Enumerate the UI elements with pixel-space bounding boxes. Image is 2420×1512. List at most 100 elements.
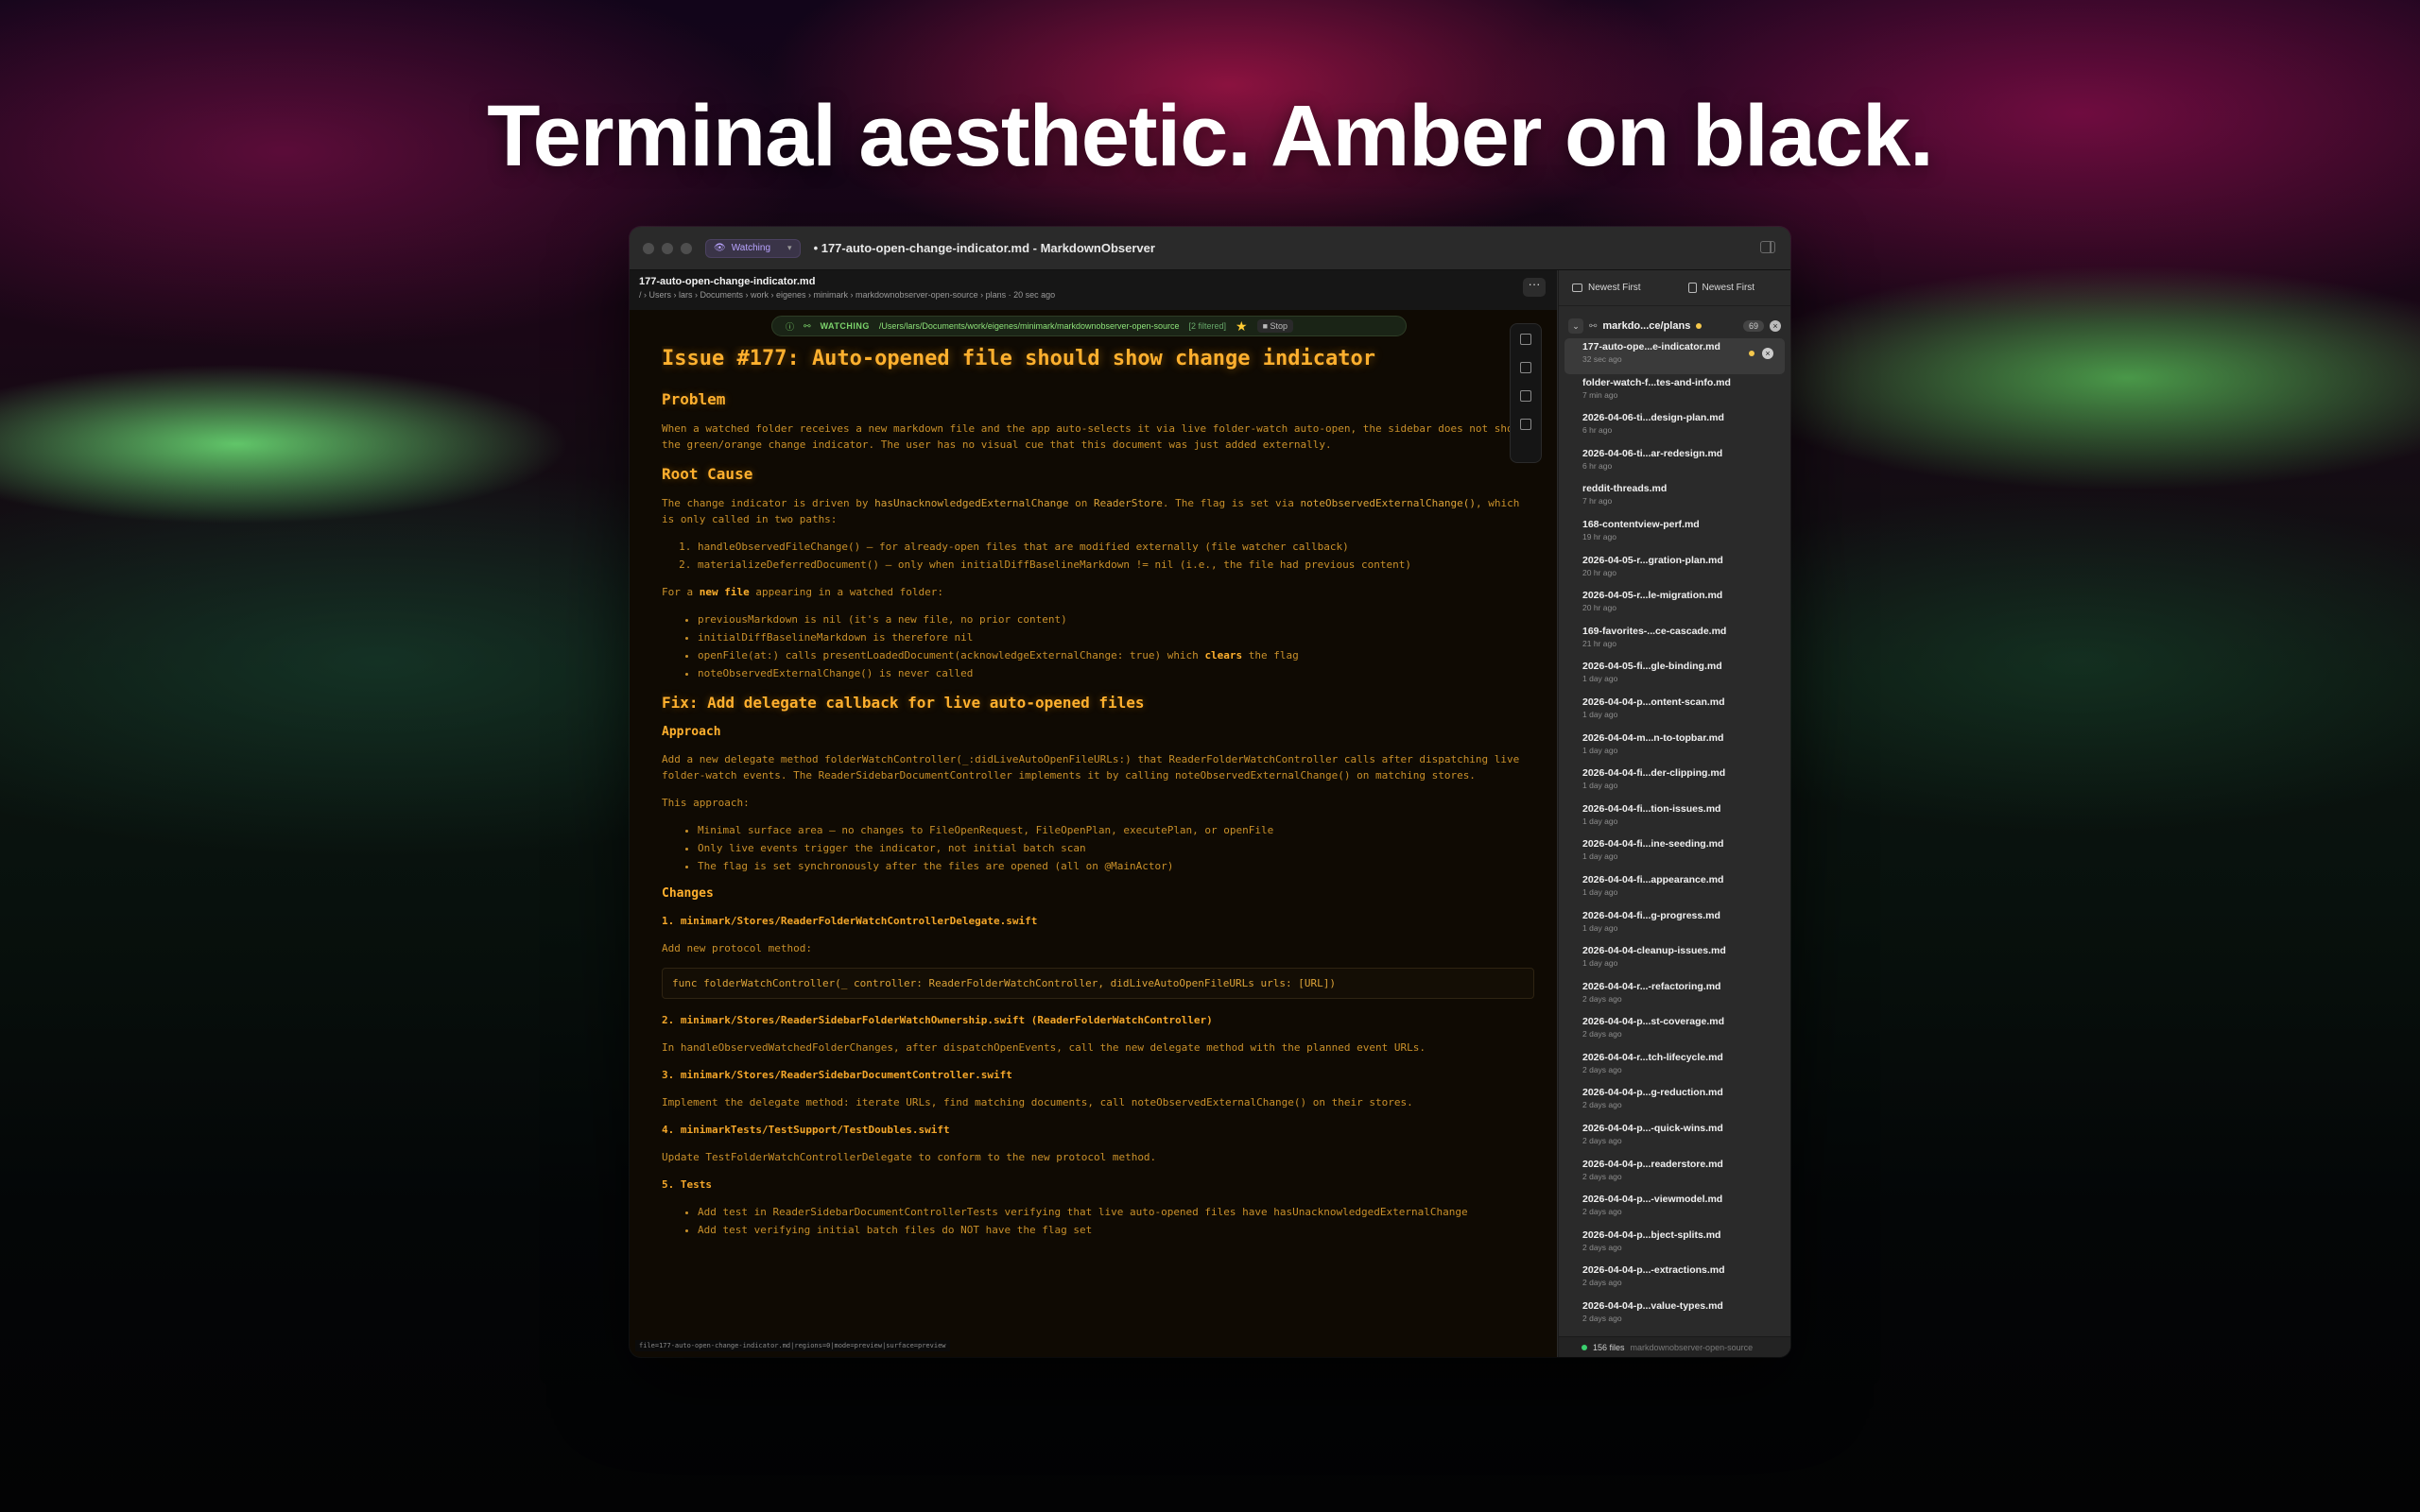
close-icon[interactable]: × [1770,320,1781,332]
file-timestamp: 1 day ago [1582,851,1618,862]
watch-status-bar: ⓘ ⚯ WATCHING /Users/lars/Documents/work/… [771,316,1407,336]
doc-paragraph: Add new protocol method: [662,942,812,954]
sidebar-file-item[interactable]: 2026-04-04-cleanup-issues.md 1 day ago [1559,942,1790,978]
file-timestamp: 1 day ago [1582,958,1618,969]
sidebar-file-item[interactable]: 2026-04-04-r...-refactoring.md 2 days ago [1559,978,1790,1014]
file-name: 2026-04-04-p...bject-splits.md [1582,1228,1721,1241]
outline-icon[interactable] [1520,390,1531,402]
sidebar-file-item[interactable]: reddit-threads.md 7 hr ago [1559,480,1790,516]
close-window-button[interactable] [643,242,654,254]
sidebar-file-item[interactable]: 2026-04-04-p...-viewmodel.md 2 days ago [1559,1191,1790,1227]
sidebar-file-item[interactable]: 2026-04-04-p...value-types.md 2 days ago [1559,1297,1790,1333]
sidebar-file-item[interactable]: 2026-04-04-fi...tion-issues.md 1 day ago [1559,800,1790,836]
markdown-preview: Issue #177: Auto-opened file should show… [662,346,1534,1357]
file-name: 2026-04-04-p...-extractions.md [1582,1264,1725,1277]
list-item: Add test in ReaderSidebarDocumentControl… [698,1204,1534,1220]
sidebar-file-item[interactable]: 2026-04-04-p...-extractions.md 2 days ago [1559,1262,1790,1297]
watching-dropdown[interactable]: 👁 Watching ▾ [705,238,801,258]
doc-paragraph: Add a new delegate method folderWatchCon… [662,753,1520,782]
star-icon[interactable]: ★ [1236,318,1248,335]
file-timestamp: 2 days ago [1582,1278,1622,1288]
file-timestamp: 2 days ago [1582,1171,1622,1181]
list-item: noteObservedExternalChange() is never ca… [698,665,1534,681]
close-icon[interactable]: × [1762,348,1773,359]
sidebar-file-item[interactable]: 168-contentview-perf.md 19 hr ago [1559,516,1790,552]
sidebar-file-item[interactable]: 2026-04-04-p...bject-splits.md 2 days ago [1559,1227,1790,1263]
sidebar-file-item[interactable]: 2026-04-04-m...n-to-topbar.md 1 day ago [1559,730,1790,765]
sidebar-file-item[interactable]: 2026-04-04-r...tch-lifecycle.md 2 days ag… [1559,1049,1790,1085]
debug-status-strip: file=177-auto-open-change-indicator.md|r… [635,1340,950,1351]
file-timestamp: 2 days ago [1582,1314,1622,1324]
file-timestamp: 7 min ago [1582,389,1618,400]
breadcrumb: / › Users › lars › Documents › work › ei… [639,290,1056,300]
sidebar-file-item[interactable]: 2026-04-05-r...gration-plan.md 20 hr ago [1559,552,1790,588]
file-timestamp: 2 days ago [1582,1100,1622,1110]
file-name: 2026-04-04-fi...der-clipping.md [1582,767,1726,780]
file-timestamp: 20 hr ago [1582,567,1616,577]
zoom-window-button[interactable] [681,242,692,254]
sidebar-file-item[interactable]: 2026-04-04-fi...der-clipping.md 1 day ago [1559,765,1790,800]
file-sidebar: Newest First Newest First ⌄ ⚯ markdo...c… [1559,270,1790,1357]
sidebar-file-item[interactable]: folder-watch-f...tes-and-info.md 7 min ag… [1559,374,1790,410]
link-icon[interactable]: ⚯ [804,321,811,332]
sidebar-file-item[interactable]: 2026-04-04-fi...appearance.md 1 day ago [1559,871,1790,907]
file-total: 156 files [1593,1342,1625,1352]
sidebar-file-item[interactable]: 2026-04-05-r...le-migration.md 20 hr ago [1559,587,1790,623]
book-icon[interactable] [1520,362,1531,373]
file-icon [1687,283,1697,293]
doc-bullet-list: Minimal surface area — no changes to Fil… [698,822,1534,874]
sidebar-file-item[interactable]: 2026-04-04-p...ontent-scan.md 1 day ago [1559,694,1790,730]
sidebar-file-item[interactable]: 2026-04-04-fi...ine-seeding.md 1 day ago [1559,835,1790,871]
sort-controls: Newest First Newest First [1559,270,1790,306]
more-options-button[interactable]: ··· [1523,278,1546,297]
file-timestamp: 2 days ago [1582,1242,1622,1252]
file-timestamp: 1 day ago [1582,674,1618,684]
file-name: 2026-04-04-r...-refactoring.md [1582,980,1721,992]
file-name: 2026-04-04-p...st-coverage.md [1582,1016,1724,1028]
toc-icon[interactable] [1520,419,1531,430]
file-name: 2026-04-04-m...n-to-topbar.md [1582,731,1724,744]
doc-paragraph: The change indicator is driven by hasUna… [662,497,1520,525]
sidebar-file-item[interactable]: 177-auto-ope...e-indicator.md 32 sec ago × [1564,338,1785,374]
watching-status-label: WATCHING [820,321,870,331]
info-icon[interactable]: ⓘ [786,320,794,333]
doc-heading-changes: Changes [662,886,714,901]
list-item: Only live events trigger the indicator, … [698,840,1534,856]
file-name: 2026-04-04-p...ontent-scan.md [1582,696,1725,708]
document-icon[interactable] [1520,334,1531,345]
folder-sort-button[interactable]: Newest First [1559,283,1675,293]
doc-heading-1: Issue #177: Auto-opened file should show… [662,347,1375,370]
sidebar-file-item[interactable]: 2026-04-04-fi...g-progress.md 1 day ago [1559,907,1790,943]
file-timestamp: 2 days ago [1582,1207,1622,1217]
status-dot [1582,1344,1587,1350]
filtered-count: [2 filtered] [1188,321,1227,331]
sidebar-file-item[interactable]: 2026-04-06-ti...ar-redesign.md 6 hr ago [1559,445,1790,481]
sidebar-file-item[interactable]: 2026-04-04-p...st-coverage.md 2 days ago [1559,1013,1790,1049]
folder-group-header[interactable]: ⌄ ⚯ markdo...ce/plans 69 × [1559,314,1790,338]
window-title: • 177-auto-open-change-indicator.md - Ma… [813,241,1155,255]
minimize-window-button[interactable] [662,242,673,254]
document-pane: 177-auto-open-change-indicator.md / › Us… [630,270,1558,1357]
file-name: 2026-04-06-ti...ar-redesign.md [1582,447,1723,459]
sidebar-file-item[interactable]: 2026-04-04-p...readerstore.md 2 days ago [1559,1156,1790,1192]
list-item: openFile(at:) calls presentLoadedDocumen… [698,647,1534,663]
binoculars-icon: 👁 [714,243,726,253]
file-sort-button[interactable]: Newest First [1675,283,1791,293]
file-name: 2026-04-04-p...-quick-wins.md [1582,1123,1723,1135]
file-name: 2026-04-04-p...-viewmodel.md [1582,1194,1723,1206]
sidebar-toggle-icon[interactable] [1760,241,1775,253]
list-item: Minimal surface area — no changes to Fil… [698,822,1534,838]
sidebar-file-item[interactable]: 2026-04-06-ti...design-plan.md 6 hr ago [1559,409,1790,445]
sidebar-file-item[interactable]: 2026-04-04-p...g-reduction.md 2 days ago [1559,1084,1790,1120]
file-name: reddit-threads.md [1582,483,1668,495]
file-timestamp: 19 hr ago [1582,531,1616,541]
title-bar: 👁 Watching ▾ • 177-auto-open-change-indi… [630,227,1790,270]
sidebar-file-item[interactable]: 2026-04-04-p...-quick-wins.md 2 days ago [1559,1120,1790,1156]
list-item: materializeDeferredDocument() — only whe… [698,557,1534,573]
stop-button[interactable]: ■ Stop [1256,319,1294,333]
sidebar-file-item[interactable]: 169-favorites-...ce-cascade.md 21 hr ago [1559,623,1790,659]
sidebar-file-item[interactable]: 2026-04-05-fi...gle-binding.md 1 day ago [1559,658,1790,694]
chevron-down-icon[interactable]: ⌄ [1568,318,1583,334]
doc-heading-approach: Approach [662,725,721,739]
file-name: 2026-04-04-cleanup-issues.md [1582,945,1726,957]
